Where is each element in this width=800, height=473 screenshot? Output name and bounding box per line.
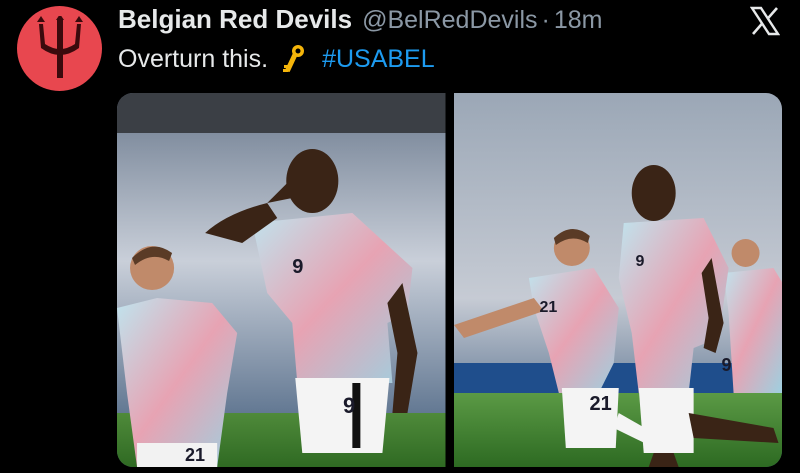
author-name[interactable]: Belgian Red Devils	[118, 4, 352, 35]
key-emoji-icon	[283, 45, 305, 73]
trident-icon	[36, 15, 83, 78]
jersey-number: 21	[185, 445, 206, 465]
jersey-number: 9	[343, 393, 356, 418]
photo-1[interactable]: 9 21 9	[117, 93, 446, 467]
svg-text:9: 9	[292, 256, 303, 278]
separator-dot: ·	[541, 6, 550, 34]
jersey-number: 21	[539, 299, 558, 316]
jersey-number: 9	[721, 355, 732, 375]
x-logo-icon[interactable]	[750, 6, 780, 36]
tweet-text: Overturn this. #USABEL	[118, 42, 435, 76]
tweet-body: Overturn this.	[118, 44, 269, 73]
timestamp[interactable]: 18m	[554, 6, 603, 35]
photo-2[interactable]: 21 9 21 9	[453, 93, 782, 467]
celebration-photo-right	[453, 93, 782, 467]
jersey-number: 9	[635, 253, 645, 270]
hashtag-link[interactable]: #USABEL	[322, 45, 435, 74]
media-grid: 9 21 9 21 9 21 9	[117, 93, 782, 467]
jersey-number: 21	[589, 393, 612, 415]
author-handle[interactable]: @BelRedDevils	[362, 6, 537, 35]
avatar[interactable]	[17, 6, 102, 91]
tweet-header: Belgian Red Devils @BelRedDevils · 18m	[118, 4, 738, 36]
celebration-photo-left: 9	[117, 93, 446, 467]
